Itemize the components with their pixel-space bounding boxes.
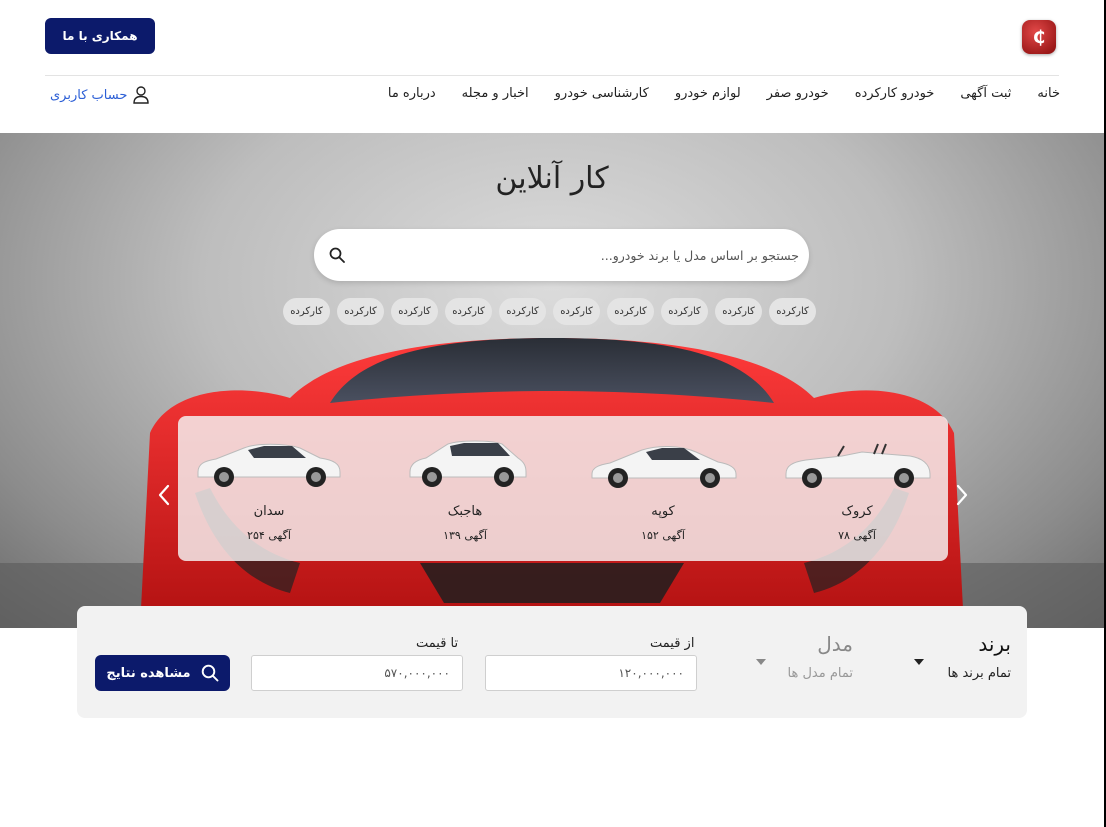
chip[interactable]: کارکرده — [445, 298, 492, 325]
top-header: همکاری با ما ₵ — [0, 0, 1104, 76]
model-select[interactable]: تمام مدل ها — [753, 666, 853, 681]
nav-item-new-cars[interactable]: خودرو صفر — [767, 86, 829, 101]
convertible-car-icon — [785, 443, 931, 488]
body-type-card-coupe[interactable]: کوپه ۱۵۲ آگهی — [578, 424, 748, 554]
search-bar — [314, 229, 809, 281]
chip[interactable]: کارکرده — [661, 298, 708, 325]
chip[interactable]: کارکرده — [607, 298, 654, 325]
search-icon[interactable] — [320, 229, 354, 281]
body-type-count: ۷۸ آگهی — [838, 529, 876, 542]
price-to-input[interactable]: ۵۷۰,۰۰۰,۰۰۰ — [251, 655, 463, 691]
brand-title: برند — [978, 632, 1011, 656]
nav-item-accessories[interactable]: لوازم خودرو — [675, 86, 741, 101]
hero-banner: کار آنلاین کارکرده کارکرده کارکرده کارکر… — [0, 133, 1104, 628]
body-type-card-sedan[interactable]: سدان ۲۵۴ آگهی — [184, 424, 354, 554]
nav-item-news[interactable]: اخبار و مجله — [462, 86, 529, 101]
body-type-count: ۱۳۹ آگهی — [443, 529, 487, 542]
chevron-left-icon — [158, 484, 170, 506]
body-type-carousel: سدان ۲۵۴ آگهی هاجبک ۱۳۹ آگهی کوپه ۱۵۲ آگ — [178, 416, 948, 561]
coupe-car-icon — [591, 446, 737, 488]
nav-item-home[interactable]: خانه — [1037, 86, 1060, 101]
chip[interactable]: کارکرده — [283, 298, 330, 325]
quick-filter-chips: کارکرده کارکرده کارکرده کارکرده کارکرده … — [283, 298, 816, 325]
price-to-label: تا قیمت — [416, 636, 459, 651]
body-type-card-hatchback[interactable]: هاجبک ۱۳۹ آگهی — [380, 424, 550, 554]
header-divider — [45, 75, 1059, 76]
chip[interactable]: کارکرده — [769, 298, 816, 325]
main-nav: خانه ثبت آگهی خودرو کارکرده خودرو صفر لو… — [388, 86, 1060, 101]
carousel-next-button[interactable] — [950, 483, 974, 507]
body-type-card-convertible[interactable]: کروک ۷۸ آگهی — [772, 424, 942, 554]
site-logo[interactable]: ₵ — [1022, 20, 1056, 54]
view-results-label: مشاهده نتایج — [106, 665, 191, 681]
account-label: حساب کاربری — [50, 87, 128, 103]
model-title: مدل — [817, 632, 853, 656]
price-from-input[interactable]: ۱۲۰,۰۰۰,۰۰۰ — [485, 655, 697, 691]
sedan-car-icon — [197, 443, 341, 487]
body-type-count: ۱۵۲ آگهی — [641, 529, 685, 542]
hatchback-car-icon — [409, 440, 527, 487]
search-input[interactable] — [354, 229, 809, 281]
cooperate-button[interactable]: همکاری با ما — [45, 18, 155, 54]
body-type-name: هاجبک — [447, 504, 483, 519]
chevron-right-icon — [956, 484, 968, 506]
hero-title: کار آنلاین — [495, 161, 609, 196]
price-from-label: از قیمت — [650, 636, 695, 651]
caret-down-icon[interactable] — [913, 658, 925, 666]
chip[interactable]: کارکرده — [553, 298, 600, 325]
search-filter-panel: برند تمام برند ها مدل تمام مدل ها از قیم… — [77, 606, 1027, 718]
chip[interactable]: کارکرده — [391, 298, 438, 325]
brand-select[interactable]: تمام برند ها — [911, 666, 1011, 681]
user-icon — [133, 86, 150, 104]
caret-down-icon[interactable] — [755, 658, 767, 666]
nav-item-about[interactable]: درباره ما — [388, 86, 436, 101]
search-icon — [201, 664, 219, 682]
carousel-prev-button[interactable] — [152, 483, 176, 507]
body-type-name: کوپه — [651, 504, 675, 519]
nav-item-used-cars[interactable]: خودرو کارکرده — [855, 86, 935, 101]
chip[interactable]: کارکرده — [337, 298, 384, 325]
nav-item-post-ad[interactable]: ثبت آگهی — [960, 86, 1011, 101]
account-link[interactable]: حساب کاربری — [50, 86, 150, 104]
nav-item-inspection[interactable]: کارشناسی خودرو — [555, 86, 649, 101]
chip[interactable]: کارکرده — [499, 298, 546, 325]
body-type-name: سدان — [253, 504, 285, 519]
chip[interactable]: کارکرده — [715, 298, 762, 325]
view-results-button[interactable]: مشاهده نتایج — [95, 655, 230, 691]
body-type-name: کروک — [841, 504, 873, 519]
body-type-count: ۲۵۴ آگهی — [247, 529, 291, 542]
